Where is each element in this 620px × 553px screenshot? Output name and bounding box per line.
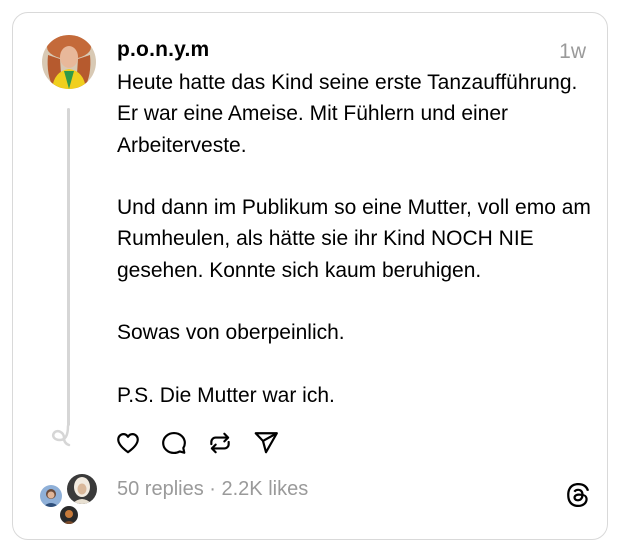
author-username[interactable]: p.o.n.y.m — [117, 38, 209, 62]
replier-avatar[interactable] — [65, 472, 99, 506]
post-paragraph: P.S. Die Mutter war ich. — [117, 383, 335, 407]
threads-logo-icon[interactable] — [564, 481, 592, 509]
post-timestamp[interactable]: 1w — [559, 40, 586, 64]
post-stats[interactable]: 50 replies · 2.2K likes — [117, 478, 308, 501]
replier-avatar[interactable] — [58, 504, 80, 526]
heart-icon — [117, 433, 139, 454]
author-avatar[interactable] — [42, 35, 96, 89]
send-icon — [254, 432, 278, 454]
share-button[interactable] — [253, 430, 279, 456]
post-body: Heute hatte das Kind seine erste Tanzauf… — [117, 67, 592, 411]
repost-button[interactable] — [207, 430, 233, 456]
replier-avatar[interactable] — [38, 483, 64, 509]
post-paragraph: Heute hatte das Kind seine erste Tanzauf… — [117, 71, 578, 157]
thread-connector-line — [67, 108, 70, 426]
action-bar — [115, 430, 279, 456]
post-paragraph: Und dann im Publikum so eine Mutter, vol… — [117, 196, 591, 282]
reply-button[interactable] — [161, 430, 187, 456]
comment-icon — [162, 431, 186, 455]
post-paragraph: Sowas von oberpeinlich. — [117, 321, 345, 345]
repost-icon — [210, 432, 230, 454]
thread-line-curl — [48, 424, 72, 453]
like-button[interactable] — [115, 430, 141, 456]
